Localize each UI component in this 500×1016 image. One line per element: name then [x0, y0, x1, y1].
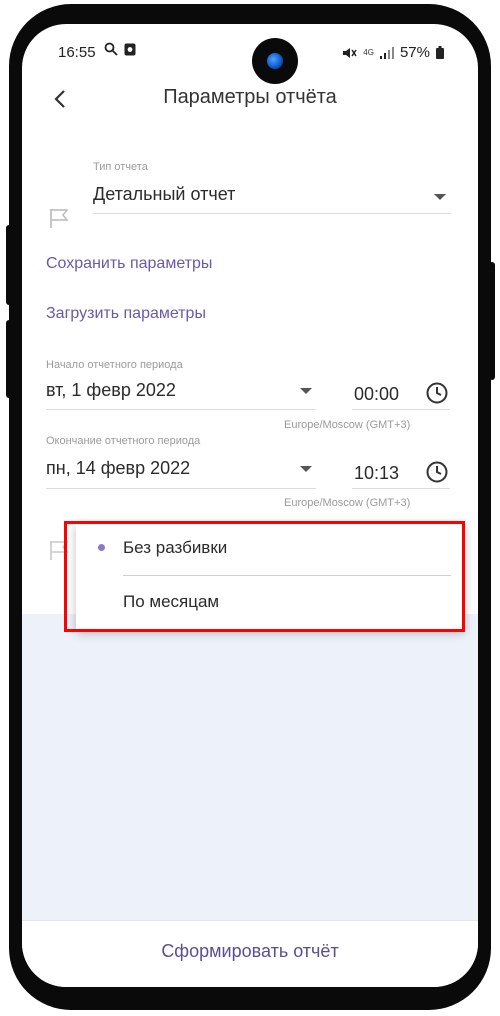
- flag-icon: [50, 541, 69, 560]
- period-start-label: Начало отчетного периода: [46, 359, 183, 371]
- period-end-date-underline: [46, 488, 316, 489]
- page-title: Параметры отчёта: [163, 86, 337, 108]
- search-icon: [104, 42, 118, 56]
- power-button: [489, 262, 495, 380]
- period-start-time-underline: [352, 409, 450, 410]
- dropdown-arrow-icon: [434, 194, 446, 200]
- period-start-date-select[interactable]: вт, 1 февр 2022: [46, 377, 316, 409]
- menu-item-label: По месяцам: [123, 592, 220, 611]
- period-end-time-underline: [352, 488, 450, 489]
- grouping-dropdown-menu: Без разбивки По месяцам: [76, 522, 464, 630]
- load-params-link[interactable]: Загрузить параметры: [46, 305, 206, 323]
- period-end-timezone: Europe/Moscow (GMT+3): [284, 497, 411, 509]
- menu-item-label: Без разбивки: [123, 538, 228, 557]
- menu-divider: [123, 575, 451, 576]
- generate-report-button[interactable]: Сформировать отчёт: [22, 941, 478, 962]
- status-icons-left: [104, 42, 136, 56]
- signal-icon: [379, 46, 394, 59]
- menu-item-by-month[interactable]: По месяцам: [76, 578, 464, 630]
- period-start-time-field[interactable]: 00:00: [352, 379, 452, 409]
- report-type-value: Детальный отчет: [93, 184, 236, 204]
- save-params-link[interactable]: Сохранить параметры: [46, 255, 212, 273]
- volume-button: [6, 225, 12, 305]
- period-end-date: пн, 14 февр 2022: [46, 458, 191, 478]
- period-start-date-underline: [46, 409, 316, 410]
- period-end-time: 10:13: [354, 463, 400, 483]
- period-end-date-select[interactable]: пн, 14 февр 2022: [46, 454, 316, 486]
- period-start-date: вт, 1 февр 2022: [46, 380, 176, 400]
- network-type: 4G: [363, 47, 374, 57]
- period-start-time: 00:00: [354, 384, 400, 404]
- flag-icon: [50, 209, 69, 228]
- content-background: [22, 614, 478, 920]
- clock-icon: [426, 461, 448, 483]
- period-start-timezone: Europe/Moscow (GMT+3): [284, 419, 411, 431]
- battery-percent: 57%: [399, 44, 430, 61]
- mute-icon: [343, 47, 357, 58]
- notification-icon: [124, 43, 136, 55]
- battery-icon: [436, 46, 444, 59]
- bottom-bar: Сформировать отчёт: [22, 920, 478, 987]
- report-type-select[interactable]: Детальный отчет: [93, 179, 451, 214]
- side-button: [6, 320, 12, 398]
- period-end-time-field[interactable]: 10:13: [352, 458, 452, 488]
- status-time: 16:55: [58, 44, 96, 61]
- clock-icon: [426, 382, 448, 404]
- period-end-label: Окончание отчетного периода: [46, 435, 201, 447]
- report-type-underline: [93, 213, 451, 214]
- app-bar: Параметры отчёта: [22, 76, 478, 125]
- status-bar: 16:55 4G 57%: [22, 24, 478, 76]
- menu-item-no-split[interactable]: Без разбивки: [76, 522, 464, 574]
- report-type-label: Тип отчета: [93, 161, 148, 173]
- dropdown-arrow-icon: [300, 466, 312, 472]
- screen: 16:55 4G 57% Параметры отчёта Тип отчета…: [22, 24, 478, 987]
- dropdown-arrow-icon: [300, 388, 312, 394]
- selected-indicator: [98, 544, 105, 551]
- status-icons-right: 4G 57%: [342, 44, 444, 61]
